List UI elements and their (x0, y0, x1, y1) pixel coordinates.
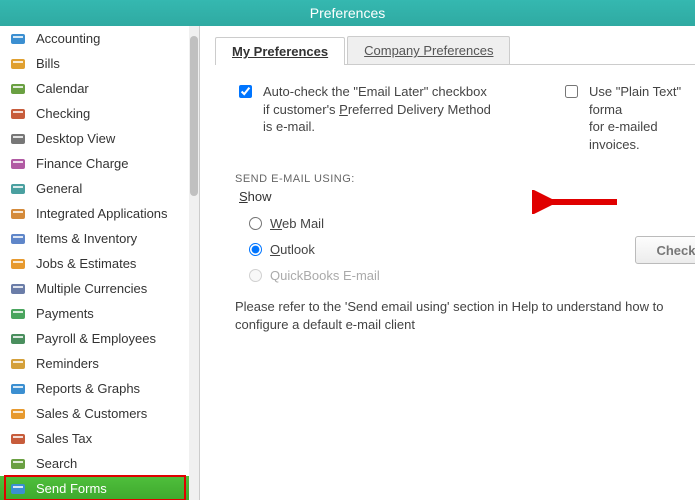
sidebar-item-label: Checking (36, 106, 90, 121)
sidebar-item-label: Calendar (36, 81, 89, 96)
sidebar-item-icon (10, 431, 26, 447)
sidebar-item-icon (10, 206, 26, 222)
sidebar-item-payments[interactable]: Payments (0, 301, 189, 326)
sidebar-item-label: Reminders (36, 356, 99, 371)
sidebar-item-search[interactable]: Search (0, 451, 189, 476)
tab-label: My Preferences (232, 44, 328, 59)
button-label: Check for valid subscriptions (656, 243, 695, 258)
radio-row-outlook: Outlook (249, 236, 695, 262)
sidebar-item-label: Search (36, 456, 77, 471)
plaintext-label: Use "Plain Text" forma for e-mailed invo… (589, 83, 695, 153)
sidebar-item-bills[interactable]: Bills (0, 51, 189, 76)
sidebar-item-icon (10, 56, 26, 72)
sidebar-item-label: Sales Tax (36, 431, 92, 446)
plaintext-checkbox[interactable] (565, 85, 578, 98)
tab-my-preferences[interactable]: My Preferences (215, 37, 345, 65)
sidebar-item-calendar[interactable]: Calendar (0, 76, 189, 101)
radio-group: Web Mail Outlook QuickBooks E-mail (235, 210, 695, 288)
radio-webmail-label: Web Mail (270, 216, 324, 231)
sidebar-item-icon (10, 231, 26, 247)
sidebar-item-label: Jobs & Estimates (36, 256, 136, 271)
sidebar-item-jobs-estimates[interactable]: Jobs & Estimates (0, 251, 189, 276)
sidebar-item-icon (10, 131, 26, 147)
autocheck-label: Auto-check the "Email Later" checkbox if… (263, 83, 501, 136)
autocheck-row: Auto-check the "Email Later" checkbox if… (235, 83, 501, 153)
main-pane: My Preferences Company Preferences Auto-… (200, 26, 695, 500)
sidebar-item-items-inventory[interactable]: Items & Inventory (0, 226, 189, 251)
sidebar-item-label: Bills (36, 56, 60, 71)
sidebar-item-desktop-view[interactable]: Desktop View (0, 126, 189, 151)
sidebar-item-icon (10, 481, 26, 497)
sidebar-scrollbar-thumb[interactable] (190, 36, 198, 196)
sidebar-item-integrated-applications[interactable]: Integrated Applications (0, 201, 189, 226)
sidebar-item-label: Payments (36, 306, 94, 321)
show-label: Show (235, 189, 695, 204)
sidebar-item-label: Finance Charge (36, 156, 129, 171)
sidebar-item-payroll-employees[interactable]: Payroll & Employees (0, 326, 189, 351)
sidebar-item-label: Sales & Customers (36, 406, 147, 421)
plaintext-row: Use "Plain Text" forma for e-mailed invo… (561, 83, 695, 153)
sidebar-scrollbar[interactable] (189, 26, 199, 500)
sidebar-item-checking[interactable]: Checking (0, 101, 189, 126)
sidebar-item-label: Payroll & Employees (36, 331, 156, 346)
autocheck-checkbox[interactable] (239, 85, 252, 98)
sidebar-item-icon (10, 156, 26, 172)
sidebar-item-label: Desktop View (36, 131, 115, 146)
top-checkbox-row: Auto-check the "Email Later" checkbox if… (235, 83, 695, 153)
radio-webmail[interactable] (249, 217, 262, 230)
help-text: Please refer to the 'Send email using' s… (235, 298, 665, 334)
sidebar-item-icon (10, 306, 26, 322)
content: Accounting Bills Calendar Checking Desktop V… (0, 26, 695, 500)
sidebar-item-icon (10, 256, 26, 272)
my-preferences-pane: Auto-check the "Email Later" checkbox if… (220, 65, 695, 335)
sidebar-item-reports-graphs[interactable]: Reports & Graphs (0, 376, 189, 401)
radio-outlook[interactable] (249, 243, 262, 256)
window-title: Preferences (310, 5, 385, 21)
sidebar-item-icon (10, 331, 26, 347)
sidebar-item-finance-charge[interactable]: Finance Charge (0, 151, 189, 176)
sidebar-item-icon (10, 381, 26, 397)
radio-row-webmail: Web Mail (249, 210, 695, 236)
window-titlebar: Preferences (0, 0, 695, 26)
sidebar-item-general[interactable]: General (0, 176, 189, 201)
tabs: My Preferences Company Preferences (215, 36, 695, 65)
sidebar-item-label: Send Forms (36, 481, 107, 496)
radio-row-quickbooks: QuickBooks E-mail (249, 262, 695, 288)
sidebar-item-multiple-currencies[interactable]: Multiple Currencies (0, 276, 189, 301)
sidebar-item-label: Integrated Applications (36, 206, 168, 221)
radio-outlook-label: Outlook (270, 242, 315, 257)
sidebar-item-label: Items & Inventory (36, 231, 137, 246)
sidebar-item-send-forms[interactable]: Send Forms (0, 476, 189, 500)
sidebar-item-icon (10, 406, 26, 422)
sidebar-item-sales-tax[interactable]: Sales Tax (0, 426, 189, 451)
sidebar-item-icon (10, 281, 26, 297)
sidebar-item-label: Reports & Graphs (36, 381, 140, 396)
sidebar-item-icon (10, 356, 26, 372)
sidebar-item-label: Multiple Currencies (36, 281, 147, 296)
sidebar-item-reminders[interactable]: Reminders (0, 351, 189, 376)
sidebar-item-sales-customers[interactable]: Sales & Customers (0, 401, 189, 426)
sidebar-item-icon (10, 456, 26, 472)
check-subscriptions-button[interactable]: Check for valid subscriptions (635, 236, 695, 264)
tab-company-preferences[interactable]: Company Preferences (347, 36, 510, 64)
sidebar-item-accounting[interactable]: Accounting (0, 26, 189, 51)
radio-quickbooks-label: QuickBooks E-mail (270, 268, 380, 283)
radio-quickbooks (249, 269, 262, 282)
sidebar-item-icon (10, 31, 26, 47)
sidebar-item-label: General (36, 181, 82, 196)
sidebar-item-icon (10, 181, 26, 197)
section-caption: SEND E-MAIL USING: (235, 173, 695, 185)
sidebar-item-label: Accounting (36, 31, 100, 46)
tab-label: Company Preferences (364, 43, 493, 58)
sidebar-item-icon (10, 106, 26, 122)
sidebar: Accounting Bills Calendar Checking Desktop V… (0, 26, 200, 500)
sidebar-item-icon (10, 81, 26, 97)
